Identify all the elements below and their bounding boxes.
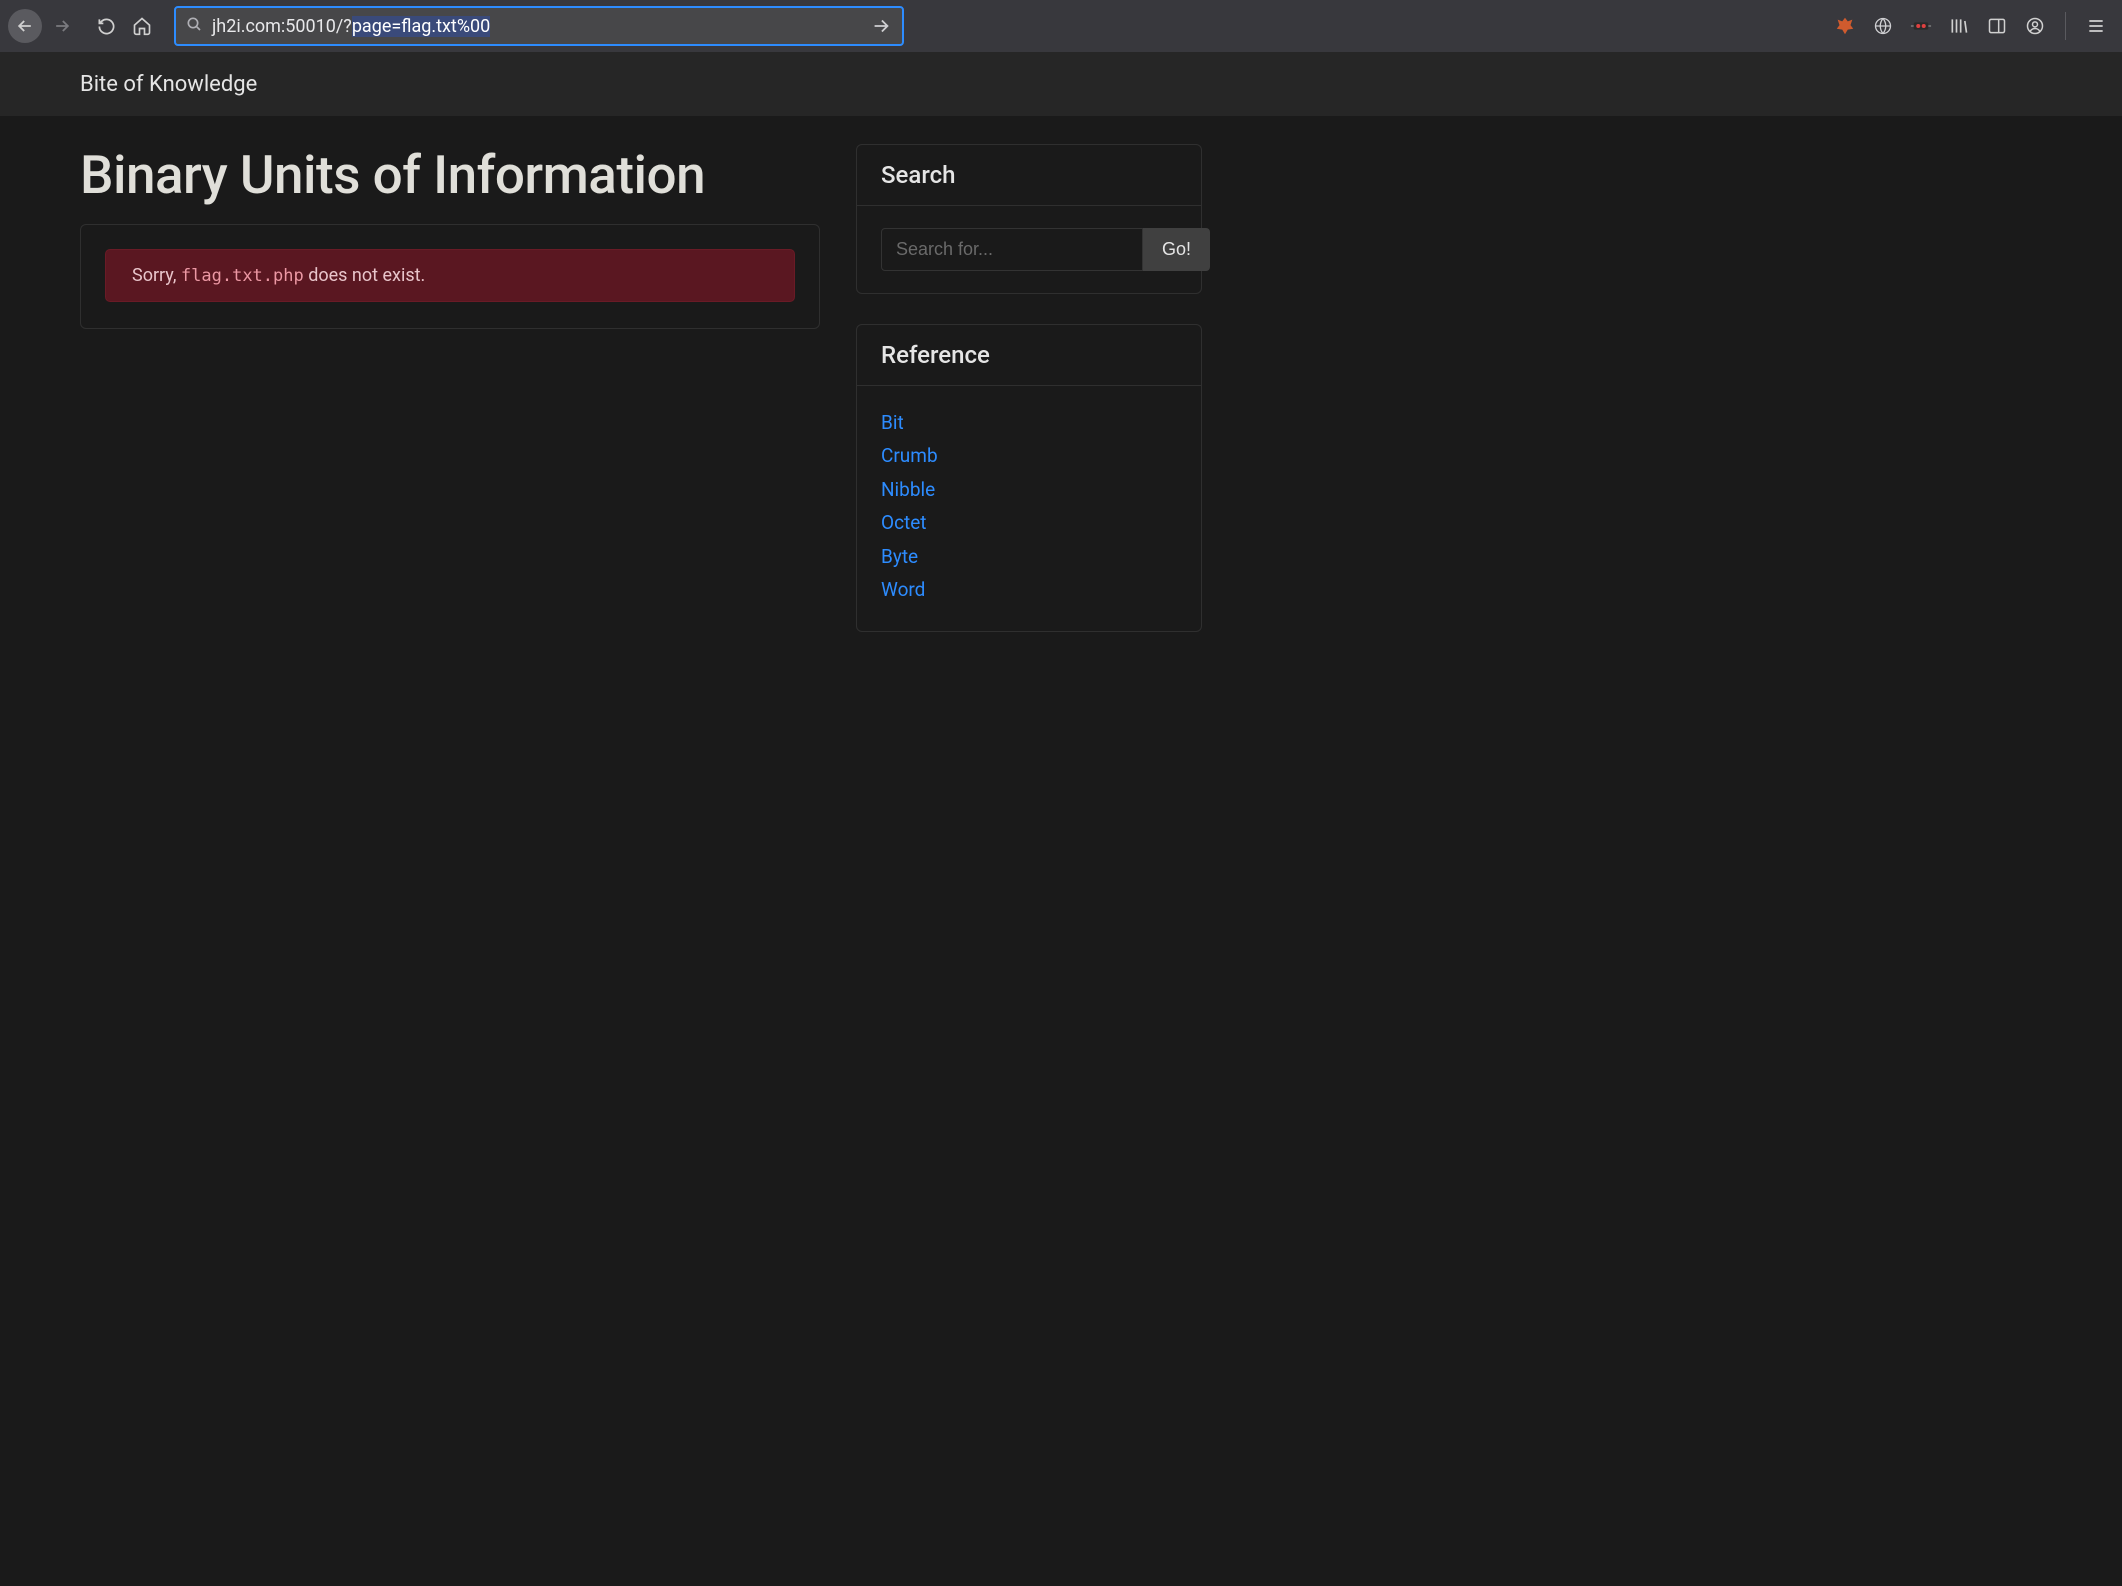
main-column: Binary Units of Information Sorry, flag.… (80, 144, 820, 632)
sidebar-column: Search Go! Reference Bit Crumb Nibble Oc… (856, 144, 1202, 632)
brand-link[interactable]: Bite of Knowledge (80, 72, 257, 97)
browser-extensions (1833, 12, 2114, 40)
search-button[interactable]: Go! (1143, 228, 1210, 271)
url-bar[interactable]: jh2i.com:50010/?page=flag.txt%00 (174, 6, 904, 46)
reference-widget: Reference Bit Crumb Nibble Octet Byte Wo… (856, 324, 1202, 632)
extension-globe-icon[interactable] (1871, 14, 1895, 38)
page-viewport: Bite of Knowledge Binary Units of Inform… (0, 52, 2122, 1586)
reference-link-byte[interactable]: Byte (881, 545, 918, 568)
page-title: Binary Units of Information (80, 144, 820, 206)
site-navbar: Bite of Knowledge (0, 52, 2122, 116)
menu-button[interactable] (2084, 14, 2108, 38)
browser-toolbar: jh2i.com:50010/?page=flag.txt%00 (0, 0, 2122, 52)
search-input[interactable] (881, 228, 1143, 271)
nav-back-button[interactable] (8, 9, 42, 43)
reload-icon (97, 17, 116, 36)
home-icon (132, 16, 152, 36)
content-card: Sorry, flag.txt.php does not exist. (80, 224, 820, 329)
arrow-left-icon (15, 16, 35, 36)
reference-link-nibble[interactable]: Nibble (881, 478, 935, 501)
reference-link-bit[interactable]: Bit (881, 411, 904, 434)
arrow-right-icon (870, 15, 892, 37)
list-item: Crumb (881, 441, 1177, 470)
reference-list: Bit Crumb Nibble Octet Byte Word (881, 408, 1177, 605)
arrow-right-icon (52, 16, 72, 36)
nav-reload-button[interactable] (90, 10, 122, 42)
url-go-button[interactable] (870, 15, 892, 37)
reference-link-octet[interactable]: Octet (881, 511, 927, 534)
list-item: Octet (881, 508, 1177, 537)
account-icon[interactable] (2023, 14, 2047, 38)
url-text: jh2i.com:50010/?page=flag.txt%00 (212, 16, 490, 37)
list-item: Nibble (881, 475, 1177, 504)
reference-link-crumb[interactable]: Crumb (881, 444, 938, 467)
url-bar-container: jh2i.com:50010/?page=flag.txt%00 (174, 6, 1815, 46)
sidebar-icon[interactable] (1985, 14, 2009, 38)
list-item: Byte (881, 542, 1177, 571)
reference-widget-header: Reference (857, 325, 1201, 386)
search-widget-header: Search (857, 145, 1201, 206)
search-widget: Search Go! (856, 144, 1202, 294)
library-icon[interactable] (1947, 14, 1971, 38)
hamburger-icon (2086, 16, 2106, 36)
extension-foxyproxy-icon[interactable] (1833, 14, 1857, 38)
search-icon (186, 16, 202, 36)
alert-filename: flag.txt.php (181, 266, 304, 286)
alert-suffix: does not exist. (304, 265, 426, 286)
alert-prefix: Sorry, (132, 265, 181, 286)
reference-link-word[interactable]: Word (881, 578, 925, 601)
toolbar-separator (2065, 12, 2066, 40)
content-container: Binary Units of Information Sorry, flag.… (0, 116, 2122, 632)
nav-forward-button[interactable] (46, 10, 78, 42)
list-item: Word (881, 575, 1177, 604)
nav-home-button[interactable] (126, 10, 158, 42)
error-alert: Sorry, flag.txt.php does not exist. (105, 249, 795, 302)
list-item: Bit (881, 408, 1177, 437)
extension-hacker-icon[interactable] (1909, 14, 1933, 38)
